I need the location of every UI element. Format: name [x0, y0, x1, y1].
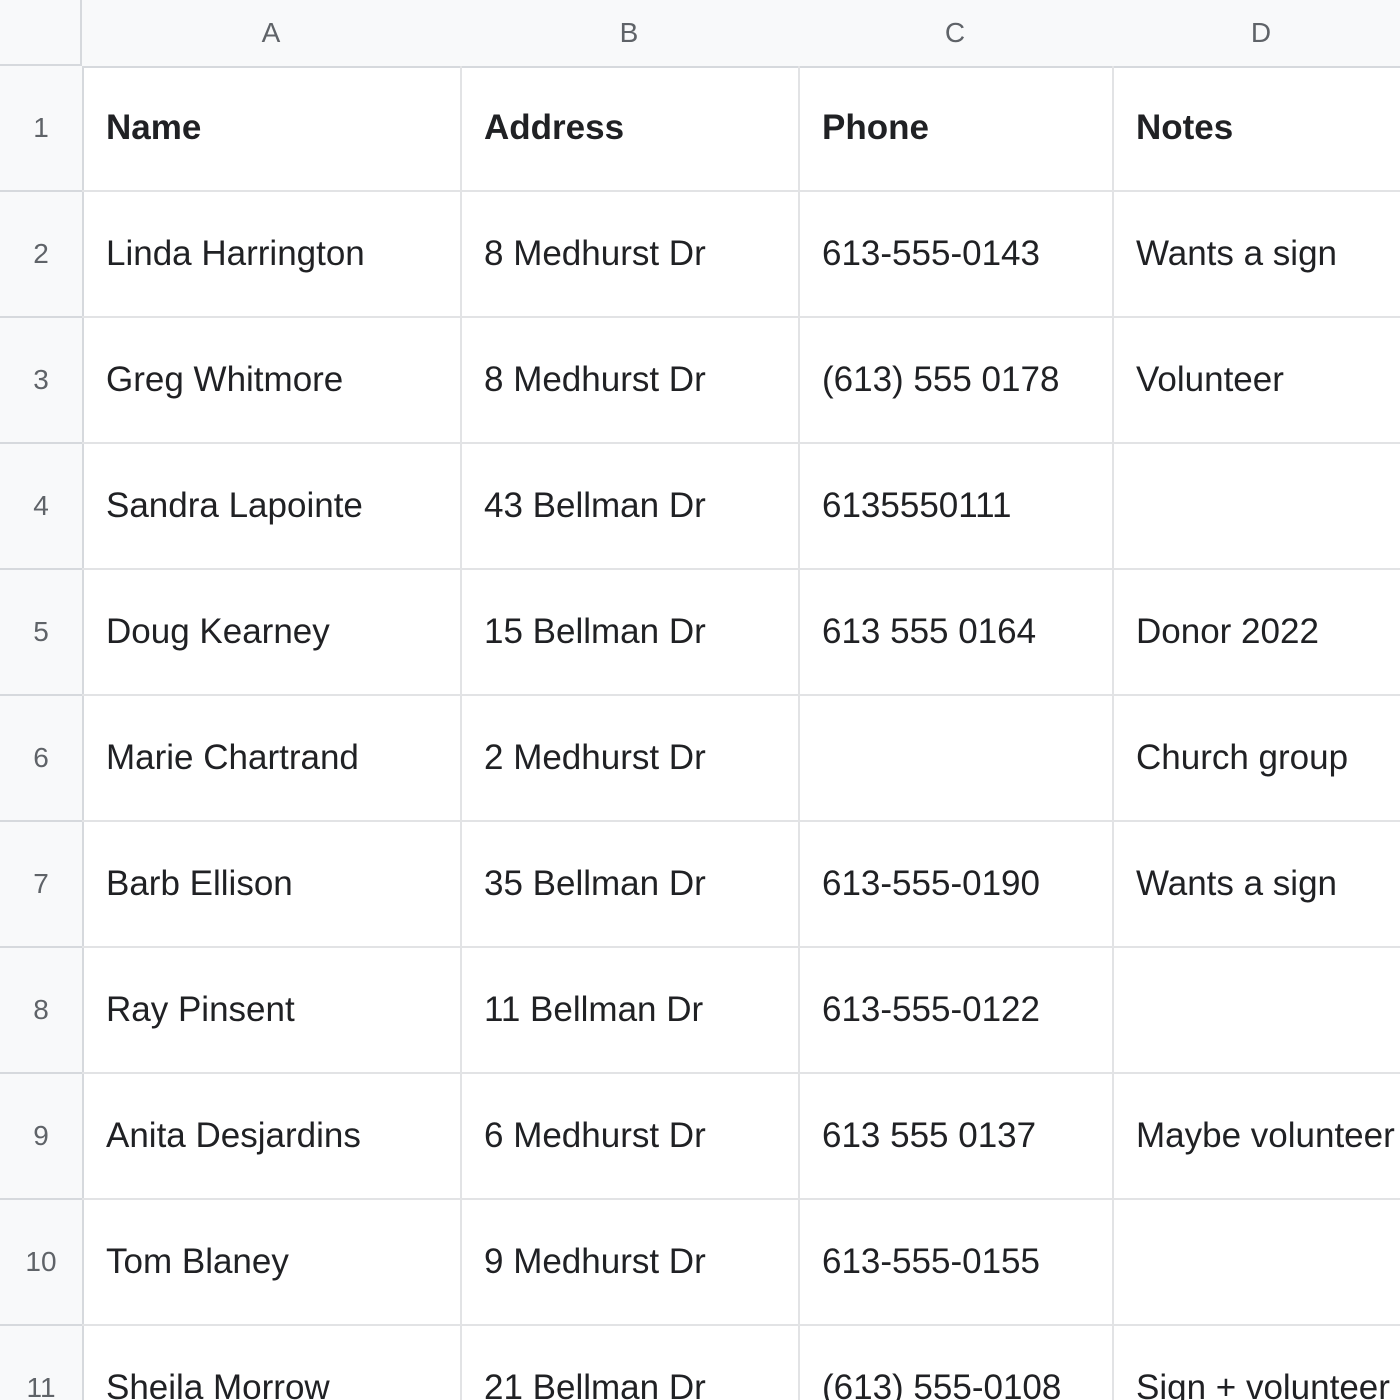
- cell-c7[interactable]: 613-555-0190: [798, 822, 1114, 948]
- cell-c1[interactable]: Phone: [798, 66, 1114, 192]
- cell-c4[interactable]: 6135550111: [798, 444, 1114, 570]
- column-header-a[interactable]: A: [82, 0, 462, 68]
- cell-a7[interactable]: Barb Ellison: [82, 822, 462, 948]
- cell-b11[interactable]: 21 Bellman Dr: [460, 1326, 800, 1400]
- cell-d5[interactable]: Donor 2022: [1112, 570, 1400, 696]
- cell-a5[interactable]: Doug Kearney: [82, 570, 462, 696]
- cell-b9[interactable]: 6 Medhurst Dr: [460, 1074, 800, 1200]
- cell-b10[interactable]: 9 Medhurst Dr: [460, 1200, 800, 1326]
- cell-d11[interactable]: Sign + volunteer: [1112, 1326, 1400, 1400]
- cell-c9[interactable]: 613 555 0137: [798, 1074, 1114, 1200]
- row-header-1[interactable]: 1: [0, 66, 84, 192]
- row-header-8[interactable]: 8: [0, 948, 84, 1074]
- cell-b3[interactable]: 8 Medhurst Dr: [460, 318, 800, 444]
- row-header-6[interactable]: 6: [0, 696, 84, 822]
- row-header-4[interactable]: 4: [0, 444, 84, 570]
- spreadsheet-grid: A B C D 1 Name Address Phone Notes 2 Lin…: [0, 0, 1400, 1400]
- cell-b5[interactable]: 15 Bellman Dr: [460, 570, 800, 696]
- cell-d7[interactable]: Wants a sign: [1112, 822, 1400, 948]
- cell-c11[interactable]: (613) 555-0108: [798, 1326, 1114, 1400]
- cell-a4[interactable]: Sandra Lapointe: [82, 444, 462, 570]
- column-header-b[interactable]: B: [460, 0, 800, 68]
- cell-b6[interactable]: 2 Medhurst Dr: [460, 696, 800, 822]
- cell-d1[interactable]: Notes: [1112, 66, 1400, 192]
- cell-d10[interactable]: [1112, 1200, 1400, 1326]
- row-header-7[interactable]: 7: [0, 822, 84, 948]
- cell-c3[interactable]: (613) 555 0178: [798, 318, 1114, 444]
- cell-b2[interactable]: 8 Medhurst Dr: [460, 192, 800, 318]
- row-header-3[interactable]: 3: [0, 318, 84, 444]
- cell-b8[interactable]: 11 Bellman Dr: [460, 948, 800, 1074]
- column-header-d[interactable]: D: [1112, 0, 1400, 68]
- row-header-2[interactable]: 2: [0, 192, 84, 318]
- cell-a3[interactable]: Greg Whitmore: [82, 318, 462, 444]
- select-all-corner[interactable]: [0, 0, 82, 66]
- cell-d9[interactable]: Maybe volunteer: [1112, 1074, 1400, 1200]
- cell-a10[interactable]: Tom Blaney: [82, 1200, 462, 1326]
- cell-a6[interactable]: Marie Chartrand: [82, 696, 462, 822]
- cell-a1[interactable]: Name: [82, 66, 462, 192]
- cell-c8[interactable]: 613-555-0122: [798, 948, 1114, 1074]
- cell-d2[interactable]: Wants a sign: [1112, 192, 1400, 318]
- cell-b7[interactable]: 35 Bellman Dr: [460, 822, 800, 948]
- cell-d4[interactable]: [1112, 444, 1400, 570]
- cell-d8[interactable]: [1112, 948, 1400, 1074]
- cell-b4[interactable]: 43 Bellman Dr: [460, 444, 800, 570]
- row-header-10[interactable]: 10: [0, 1200, 84, 1326]
- cell-a2[interactable]: Linda Harrington: [82, 192, 462, 318]
- cell-c10[interactable]: 613-555-0155: [798, 1200, 1114, 1326]
- cell-c6[interactable]: [798, 696, 1114, 822]
- cell-b1[interactable]: Address: [460, 66, 800, 192]
- column-header-c[interactable]: C: [798, 0, 1114, 68]
- cell-c5[interactable]: 613 555 0164: [798, 570, 1114, 696]
- cell-a9[interactable]: Anita Desjardins: [82, 1074, 462, 1200]
- cell-d3[interactable]: Volunteer: [1112, 318, 1400, 444]
- cell-d6[interactable]: Church group: [1112, 696, 1400, 822]
- cell-c2[interactable]: 613-555-0143: [798, 192, 1114, 318]
- row-header-11[interactable]: 11: [0, 1326, 84, 1400]
- cell-a8[interactable]: Ray Pinsent: [82, 948, 462, 1074]
- row-header-9[interactable]: 9: [0, 1074, 84, 1200]
- row-header-5[interactable]: 5: [0, 570, 84, 696]
- cell-a11[interactable]: Sheila Morrow: [82, 1326, 462, 1400]
